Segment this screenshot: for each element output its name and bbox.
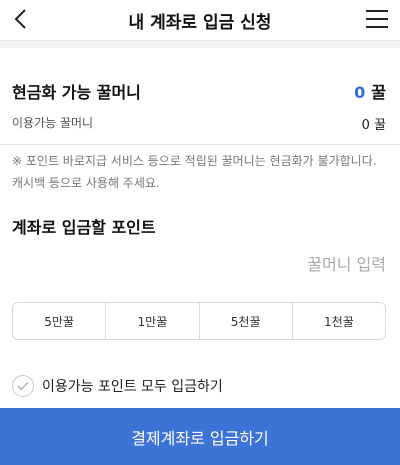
notice-divider [0,144,400,145]
use-all-label: 이용가능 포인트 모두 입금하기 [42,379,223,395]
check-icon [17,381,29,391]
quick-amount-1000-button[interactable]: 1천꿀 [293,303,385,339]
cashable-row: 현금화 가능 꿀머니 0꿀 [12,79,386,103]
header-divider [0,40,400,48]
available-value: 0 꿀 [361,118,386,133]
app-header: 내 계좌로 입금 신청 [0,0,400,40]
cashable-unit: 꿀 [371,83,386,102]
cashable-amount: 0 [354,83,366,102]
deposit-title: 계좌로 입금할 포인트 [12,218,156,237]
notice-text: ※ 포인트 바로지급 서비스 등으로 적립된 꿀머니는 현금화가 불가합니다. … [12,154,377,190]
menu-button[interactable] [366,10,388,28]
available-row: 이용가능 꿀머니 0 꿀 [12,114,386,133]
quick-amount-50000-button[interactable]: 5만꿀 [13,303,107,339]
quick-amount-bar: 5만꿀 1만꿀 5천꿀 1천꿀 [12,302,386,340]
available-label: 이용가능 꿀머니 [12,116,94,130]
page-title: 내 계좌로 입금 신청 [128,13,272,33]
cashable-label: 현금화 가능 꿀머니 [12,83,141,102]
use-all-checkbox[interactable]: 이용가능 포인트 모두 입금하기 [12,374,223,398]
check-circle [12,375,34,397]
quick-amount-10000-button[interactable]: 1만꿀 [106,303,200,339]
submit-button[interactable]: 결제계좌로 입금하기 [0,408,400,465]
amount-input[interactable] [12,248,386,280]
quick-amount-5000-button[interactable]: 5천꿀 [200,303,293,339]
cashable-value: 0꿀 [354,79,386,103]
hamburger-menu-icon [366,10,388,28]
